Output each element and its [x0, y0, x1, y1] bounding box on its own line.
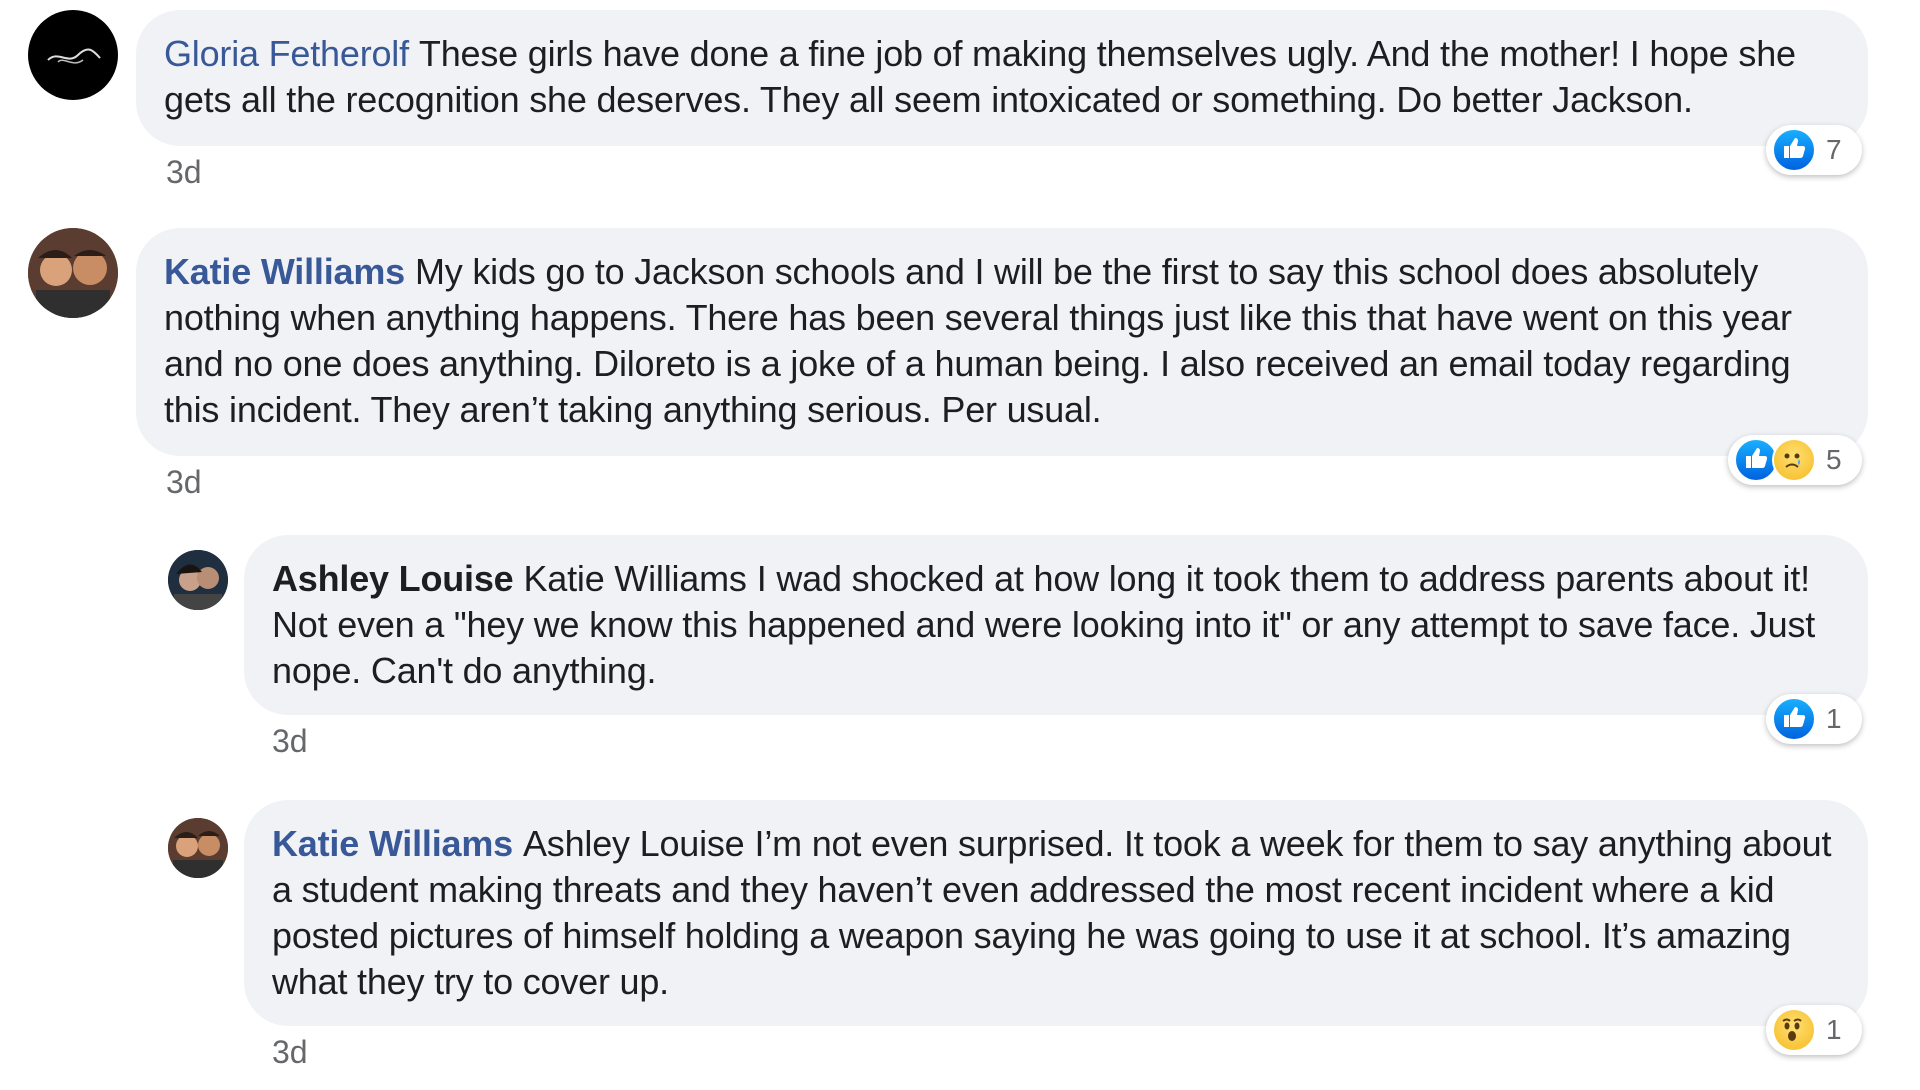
like-reaction-icon	[1772, 697, 1816, 741]
reply-bubble: Ashley Louise Katie Williams I wad shocked…	[244, 535, 1868, 715]
mention-link[interactable]: Katie Williams	[523, 558, 746, 599]
reaction-count: 5	[1826, 444, 1842, 475]
reaction-summary[interactable]: 7	[1766, 125, 1862, 175]
comment-author-link[interactable]: Gloria Fetherolf	[164, 33, 409, 74]
reply-timestamp[interactable]: 3d	[272, 723, 308, 760]
avatar[interactable]	[28, 10, 118, 100]
reaction-count: 1	[1826, 703, 1842, 734]
comment-timestamp[interactable]: 3d	[166, 464, 202, 501]
avatar[interactable]	[168, 818, 228, 878]
avatar[interactable]	[168, 550, 228, 610]
reaction-summary[interactable]: 1	[1766, 694, 1862, 744]
reaction-count: 1	[1826, 1014, 1842, 1045]
comment-timestamp[interactable]: 3d	[166, 154, 202, 191]
reply-author-link[interactable]: Katie Williams	[272, 823, 513, 864]
comment-author-link[interactable]: Katie Williams	[164, 251, 405, 292]
profile-photo-icon	[168, 818, 228, 878]
profile-photo-icon	[28, 228, 118, 318]
reply-timestamp[interactable]: 3d	[272, 1034, 308, 1071]
comment-bubble: Katie Williams My kids go to Jackson scho…	[136, 228, 1868, 456]
comment-thread: Gloria Fetherolf These girls have done a …	[0, 0, 1920, 1090]
reaction-count: 7	[1826, 134, 1842, 165]
profile-photo-icon	[168, 550, 228, 610]
like-reaction-icon	[1772, 128, 1816, 172]
reply-bubble: Katie Williams Ashley Louise I’m not even …	[244, 800, 1868, 1026]
avatar[interactable]	[28, 228, 118, 318]
wow-reaction-icon	[1772, 1008, 1816, 1052]
signature-logo-icon	[47, 48, 101, 64]
comment-text: My kids go to Jackson schools and I will…	[164, 251, 1792, 430]
reaction-summary[interactable]: 5	[1728, 435, 1862, 485]
reply-author-link[interactable]: Ashley Louise	[272, 558, 514, 599]
comment-bubble: Gloria Fetherolf These girls have done a …	[136, 10, 1868, 146]
reaction-summary[interactable]: 1	[1766, 1005, 1862, 1055]
mention-link[interactable]: Ashley Louise	[523, 823, 745, 864]
sad-reaction-icon	[1772, 438, 1816, 482]
